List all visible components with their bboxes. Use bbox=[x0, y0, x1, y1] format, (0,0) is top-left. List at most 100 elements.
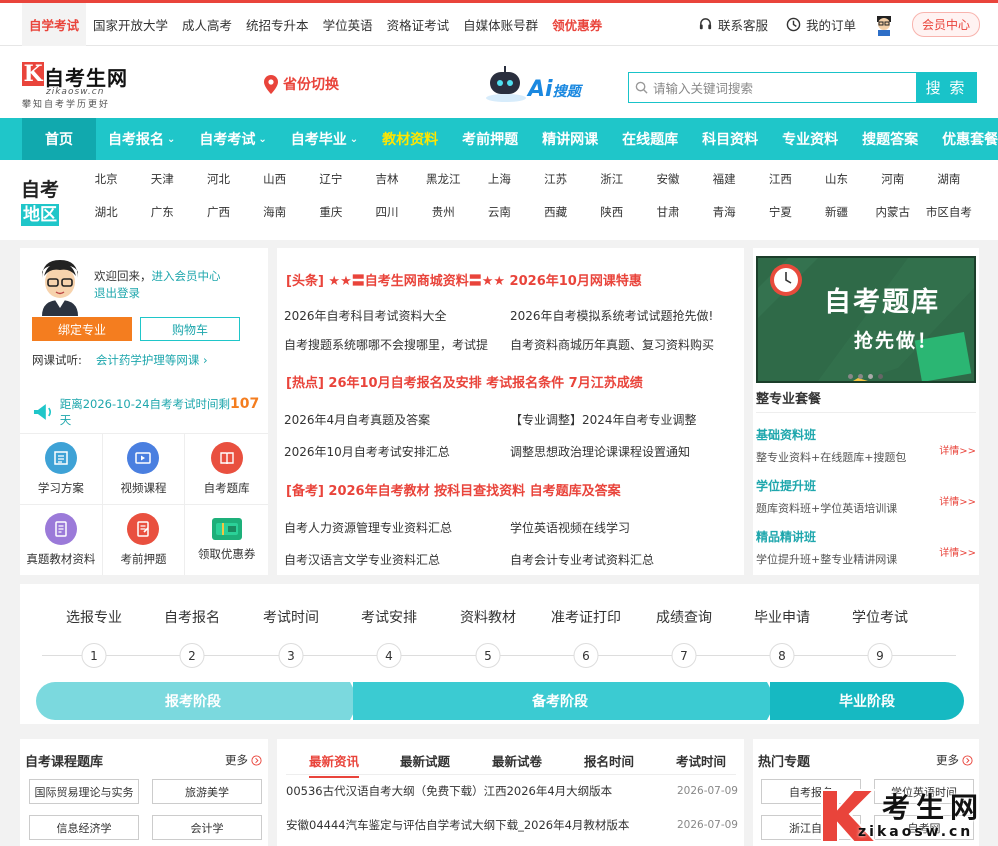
nav-home[interactable]: 首页 bbox=[22, 118, 96, 160]
region-item[interactable]: 浙江 bbox=[584, 170, 640, 188]
toplink-media-group[interactable]: 自媒体账号群 bbox=[456, 3, 545, 46]
package-premium[interactable]: 精品精讲班 学位提升班+整专业精讲网课 详情>> bbox=[756, 528, 976, 567]
step-label[interactable]: 自考报名 bbox=[164, 607, 220, 627]
region-item[interactable]: 广西 bbox=[190, 203, 246, 221]
region-item[interactable]: 山东 bbox=[808, 170, 864, 188]
region-item[interactable]: 青海 bbox=[696, 203, 752, 221]
news-link[interactable]: 自考汉语言文学专业资料汇总 bbox=[284, 551, 504, 568]
news-row[interactable]: 00536古代汉语自考大纲（免费下载）江西2026年4月大纲版本 2026-07-… bbox=[286, 783, 741, 799]
region-item[interactable]: 江西 bbox=[752, 170, 808, 188]
tab-signup-time[interactable]: 报名时间 bbox=[584, 751, 634, 770]
course-chip[interactable]: 国际贸易理论与实务 bbox=[29, 779, 139, 804]
phase-apply[interactable]: 报考阶段 bbox=[36, 682, 350, 720]
toplink-coupon[interactable]: 领优惠券 bbox=[545, 3, 609, 46]
tab-exam-time[interactable]: 考试时间 bbox=[676, 751, 726, 770]
nav-packages[interactable]: 优惠套餐 bbox=[930, 118, 998, 160]
region-item[interactable]: 贵州 bbox=[415, 203, 471, 221]
tab-latest-papers[interactable]: 最新试卷 bbox=[492, 751, 542, 770]
course-chip[interactable]: 信息经济学 bbox=[29, 815, 139, 840]
ai-search-logo[interactable]: Ai搜题 bbox=[484, 66, 581, 102]
toplink-adult-exam[interactable]: 成人高考 bbox=[175, 3, 239, 46]
nav-online-courses[interactable]: 精讲网课 bbox=[530, 118, 610, 160]
vip-center-button[interactable]: 会员中心 bbox=[911, 12, 980, 37]
region-item[interactable]: 安徽 bbox=[640, 170, 696, 188]
nav-major-materials[interactable]: 专业资料 bbox=[770, 118, 850, 160]
nav-answers[interactable]: 搜题答案 bbox=[850, 118, 930, 160]
toplink-self-study[interactable]: 自学考试 bbox=[22, 2, 87, 46]
region-item[interactable]: 辽宁 bbox=[303, 170, 359, 188]
search-button[interactable]: 搜 索 bbox=[916, 73, 976, 102]
region-item[interactable]: 天津 bbox=[134, 170, 190, 188]
quick-past-papers[interactable]: 真题教材资料 bbox=[20, 504, 103, 575]
toplink-upgrade[interactable]: 统招专升本 bbox=[239, 3, 316, 46]
region-item[interactable]: 吉林 bbox=[359, 170, 415, 188]
step-label[interactable]: 成绩查询 bbox=[656, 607, 712, 627]
trial-link[interactable]: 会计药学护理等网课 › bbox=[96, 353, 208, 367]
bind-major-button[interactable]: 绑定专业 bbox=[32, 317, 132, 341]
region-item[interactable]: 市区自考 bbox=[921, 203, 977, 221]
news-link[interactable]: 2026年自考模拟系统考试试题抢先做! bbox=[510, 307, 740, 324]
region-item[interactable]: 云南 bbox=[471, 203, 527, 221]
service-link[interactable]: 联系客服 bbox=[698, 15, 768, 34]
step-label[interactable]: 考试安排 bbox=[361, 607, 417, 627]
quick-coupon[interactable]: 领取优惠券 bbox=[185, 504, 268, 575]
nav-subject-materials[interactable]: 科目资料 bbox=[690, 118, 770, 160]
region-item[interactable]: 陕西 bbox=[584, 203, 640, 221]
nav-textbooks[interactable]: 教材资料 bbox=[370, 118, 450, 160]
region-item[interactable]: 河南 bbox=[865, 170, 921, 188]
region-item[interactable]: 山西 bbox=[247, 170, 303, 188]
toplink-degree-english[interactable]: 学位英语 bbox=[316, 3, 380, 46]
region-item[interactable]: 宁夏 bbox=[752, 203, 808, 221]
nav-exam[interactable]: 自考考试 ⌄ bbox=[187, 118, 278, 160]
logout-link[interactable]: 退出登录 bbox=[94, 285, 221, 302]
region-item[interactable]: 上海 bbox=[471, 170, 527, 188]
region-item[interactable]: 广东 bbox=[134, 203, 190, 221]
course-chip[interactable]: 会计学 bbox=[152, 815, 262, 840]
quick-question-bank[interactable]: 自考题库 bbox=[185, 433, 268, 504]
step-label[interactable]: 准考证打印 bbox=[551, 607, 621, 627]
package-more-link[interactable]: 详情>> bbox=[939, 544, 976, 559]
step-label[interactable]: 资料教材 bbox=[460, 607, 516, 627]
course-more-link[interactable]: 更多 bbox=[225, 752, 262, 768]
region-item[interactable]: 江苏 bbox=[528, 170, 584, 188]
region-item[interactable]: 内蒙古 bbox=[865, 203, 921, 221]
news-link[interactable]: 自考资料商城历年真题、复习资料购买 bbox=[510, 336, 740, 353]
quick-study-plan[interactable]: 学习方案 bbox=[20, 433, 103, 504]
region-item[interactable]: 海南 bbox=[247, 203, 303, 221]
package-degree[interactable]: 学位提升班 题库资料班+学位英语培训课 详情>> bbox=[756, 477, 976, 516]
nav-predictions[interactable]: 考前押题 bbox=[450, 118, 530, 160]
member-center-link[interactable]: 进入会员中心 bbox=[152, 269, 221, 283]
region-item[interactable]: 甘肃 bbox=[640, 203, 696, 221]
province-switch[interactable]: 省份切换 bbox=[264, 74, 339, 94]
search-input[interactable]: 请输入关键词搜索 bbox=[629, 73, 916, 102]
news-link[interactable]: 自考会计专业考试资料汇总 bbox=[510, 551, 740, 568]
quick-predictions[interactable]: 考前押题 bbox=[102, 504, 186, 575]
nav-graduation[interactable]: 自考毕业 ⌄ bbox=[279, 118, 370, 160]
region-item[interactable]: 北京 bbox=[78, 170, 134, 188]
news-link[interactable]: 2026年10月自考考试安排汇总 bbox=[284, 443, 504, 460]
region-item[interactable]: 四川 bbox=[359, 203, 415, 221]
region-item[interactable]: 黑龙江 bbox=[415, 170, 471, 188]
region-item[interactable]: 西藏 bbox=[528, 203, 584, 221]
tab-latest-questions[interactable]: 最新试题 bbox=[400, 751, 450, 770]
step-label[interactable]: 选报专业 bbox=[66, 607, 122, 627]
news-link[interactable]: 调整思想政治理论课课程设置通知 bbox=[510, 443, 740, 460]
region-item[interactable]: 新疆 bbox=[808, 203, 864, 221]
news-row[interactable]: 安徽04444汽车鉴定与评估自学考试大纲下载_2026年4月教材版本 2026-0… bbox=[286, 817, 741, 833]
hot-more-link[interactable]: 更多 bbox=[936, 752, 973, 768]
cart-button[interactable]: 购物车 bbox=[140, 317, 240, 341]
region-item[interactable]: 湖北 bbox=[78, 203, 134, 221]
avatar[interactable] bbox=[874, 14, 894, 36]
prep-section-title[interactable]: [备考] 2026年自考教材 按科目查找资料 自考题库及答案 bbox=[286, 480, 621, 499]
toplink-certificate[interactable]: 资格证考试 bbox=[380, 3, 457, 46]
news-link[interactable]: 自考搜题系统哪哪不会搜哪里，考试提 bbox=[284, 336, 493, 353]
phase-prepare[interactable]: 备考阶段 bbox=[353, 682, 767, 720]
phase-graduate[interactable]: 毕业阶段 bbox=[770, 682, 964, 720]
package-more-link[interactable]: 详情>> bbox=[939, 493, 976, 508]
step-label[interactable]: 学位考试 bbox=[852, 607, 908, 627]
step-label[interactable]: 毕业申请 bbox=[754, 607, 810, 627]
course-chip[interactable]: 旅游美学 bbox=[152, 779, 262, 804]
step-label[interactable]: 考试时间 bbox=[263, 607, 319, 627]
package-basic[interactable]: 基础资料班 整专业资料+在线题库+搜题包 详情>> bbox=[756, 426, 976, 465]
nav-exam-signup[interactable]: 自考报名 ⌄ bbox=[96, 118, 187, 160]
